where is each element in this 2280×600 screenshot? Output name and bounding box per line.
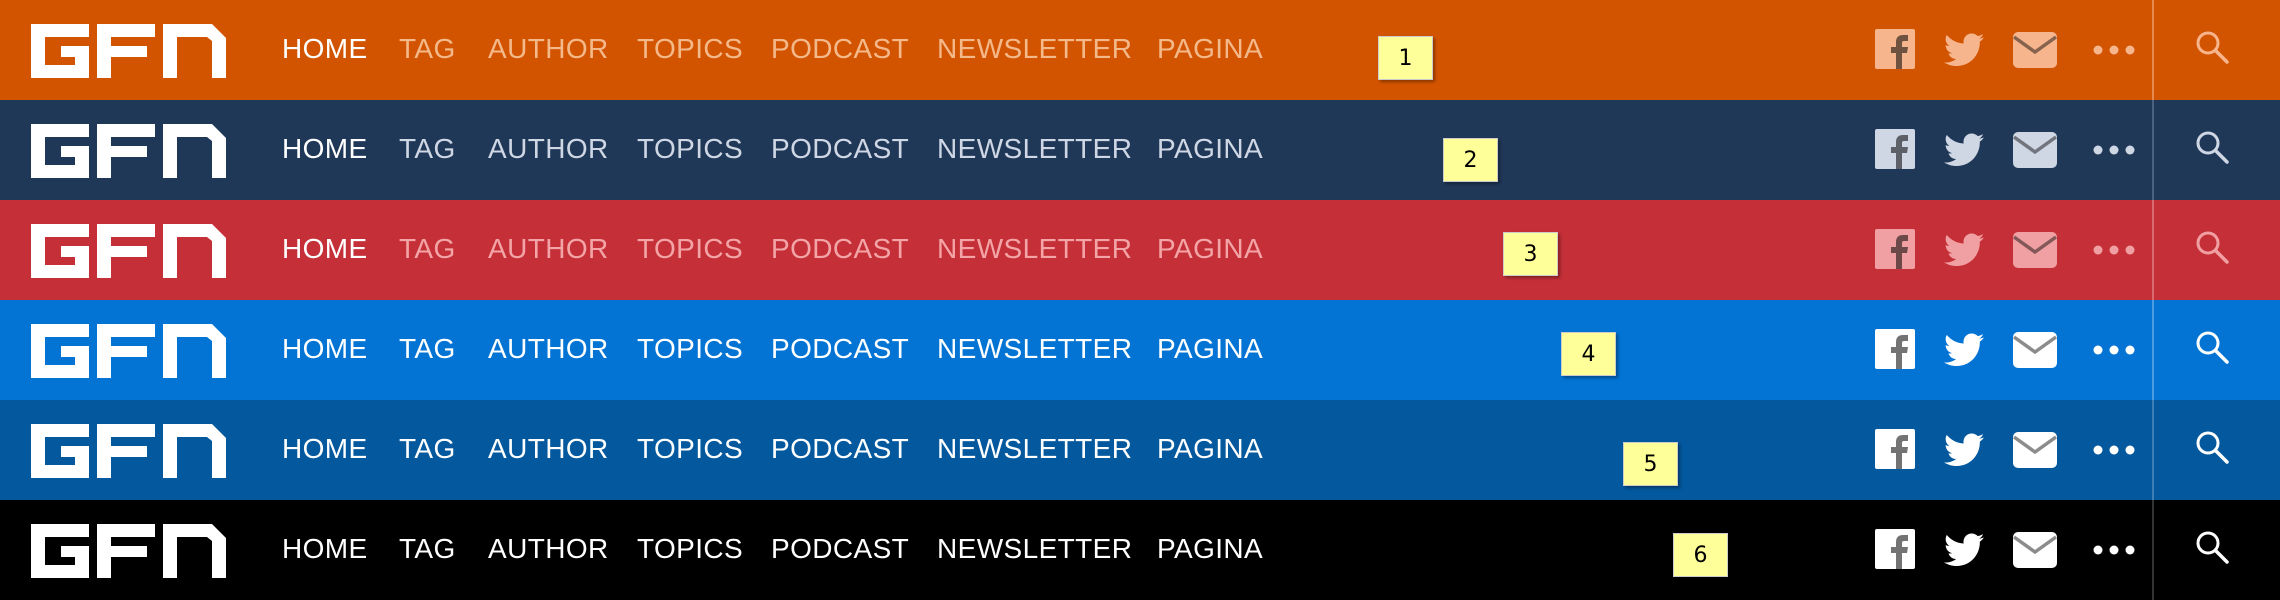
twitter-icon[interactable]	[1944, 132, 1984, 173]
nav-item-tag[interactable]: TAG	[399, 433, 456, 465]
navbar-variant: HOME TAG AUTHOR TOPICS PODCAST NEWSLETTER PAGI…	[0, 400, 2280, 500]
more-icon[interactable]	[2093, 542, 2135, 560]
nav-item-home[interactable]: HOME	[282, 33, 368, 65]
navbar-variant: HOME TAG AUTHOR TOPICS PODCAST NEWSLETTER PAGI…	[0, 300, 2280, 400]
vertical-divider	[2152, 500, 2154, 600]
variant-number-note: 5	[1623, 442, 1678, 486]
nav-item-topics[interactable]: TOPICS	[637, 233, 743, 265]
variant-number-note: 6	[1673, 533, 1728, 577]
search-icon[interactable]	[2195, 530, 2229, 569]
nav-item-home[interactable]: HOME	[282, 433, 368, 465]
navbar-variants: HOME TAG AUTHOR TOPICS PODCAST NEWSLETTER PAGI…	[0, 0, 2280, 600]
nav-item-home[interactable]: HOME	[282, 133, 368, 165]
twitter-icon[interactable]	[1944, 332, 1984, 373]
search-icon[interactable]	[2195, 230, 2229, 269]
nav-item-author[interactable]: AUTHOR	[488, 333, 609, 365]
nav-item-author[interactable]: AUTHOR	[488, 33, 609, 65]
navbar-variant: HOME TAG AUTHOR TOPICS PODCAST NEWSLETTER PAGI…	[0, 0, 2280, 100]
search-icon[interactable]	[2195, 330, 2229, 369]
nav-item-newsletter[interactable]: NEWSLETTER	[937, 433, 1132, 465]
mail-icon[interactable]	[2012, 32, 2058, 73]
nav-item-podcast[interactable]: PODCAST	[771, 133, 909, 165]
more-icon[interactable]	[2093, 342, 2135, 360]
facebook-icon[interactable]	[1875, 29, 1915, 74]
nav-item-newsletter[interactable]: NEWSLETTER	[937, 133, 1132, 165]
navbar-variant: HOME TAG AUTHOR TOPICS PODCAST NEWSLETTER PAGI…	[0, 100, 2280, 200]
variant-number-note: 4	[1561, 332, 1616, 376]
nav-item-author[interactable]: AUTHOR	[488, 533, 609, 565]
gfn-logo[interactable]	[31, 124, 226, 178]
facebook-icon[interactable]	[1875, 529, 1915, 574]
nav-item-pagina[interactable]: PAGINA	[1157, 533, 1263, 565]
nav-item-pagina[interactable]: PAGINA	[1157, 333, 1263, 365]
twitter-icon[interactable]	[1944, 32, 1984, 73]
nav-item-pagina[interactable]: PAGINA	[1157, 133, 1263, 165]
more-icon[interactable]	[2093, 242, 2135, 260]
search-icon[interactable]	[2195, 130, 2229, 169]
gfn-logo[interactable]	[31, 324, 226, 378]
nav-item-topics[interactable]: TOPICS	[637, 533, 743, 565]
nav-item-tag[interactable]: TAG	[399, 233, 456, 265]
nav-item-newsletter[interactable]: NEWSLETTER	[937, 333, 1132, 365]
mail-icon[interactable]	[2012, 232, 2058, 273]
nav-item-newsletter[interactable]: NEWSLETTER	[937, 33, 1132, 65]
mail-icon[interactable]	[2012, 532, 2058, 573]
nav-item-pagina[interactable]: PAGINA	[1157, 433, 1263, 465]
nav-item-topics[interactable]: TOPICS	[637, 333, 743, 365]
navbar-variant: HOME TAG AUTHOR TOPICS PODCAST NEWSLETTER PAGI…	[0, 500, 2280, 600]
nav-item-podcast[interactable]: PODCAST	[771, 33, 909, 65]
facebook-icon[interactable]	[1875, 129, 1915, 174]
more-icon[interactable]	[2093, 42, 2135, 60]
variant-number-note: 3	[1503, 232, 1558, 276]
nav-item-tag[interactable]: TAG	[399, 533, 456, 565]
nav-item-podcast[interactable]: PODCAST	[771, 233, 909, 265]
nav-item-newsletter[interactable]: NEWSLETTER	[937, 233, 1132, 265]
navbar-variant: HOME TAG AUTHOR TOPICS PODCAST NEWSLETTER PAGI…	[0, 200, 2280, 300]
nav-item-home[interactable]: HOME	[282, 533, 368, 565]
variant-number-note: 1	[1378, 36, 1433, 80]
nav-item-topics[interactable]: TOPICS	[637, 433, 743, 465]
nav-item-podcast[interactable]: PODCAST	[771, 533, 909, 565]
search-icon[interactable]	[2195, 430, 2229, 469]
vertical-divider	[2152, 300, 2154, 400]
nav-item-topics[interactable]: TOPICS	[637, 133, 743, 165]
gfn-logo[interactable]	[31, 224, 226, 278]
twitter-icon[interactable]	[1944, 532, 1984, 573]
nav-item-author[interactable]: AUTHOR	[488, 433, 609, 465]
more-icon[interactable]	[2093, 442, 2135, 460]
twitter-icon[interactable]	[1944, 232, 1984, 273]
mail-icon[interactable]	[2012, 332, 2058, 373]
vertical-divider	[2152, 0, 2154, 100]
facebook-icon[interactable]	[1875, 229, 1915, 274]
gfn-logo[interactable]	[31, 24, 226, 78]
nav-item-topics[interactable]: TOPICS	[637, 33, 743, 65]
vertical-divider	[2152, 100, 2154, 200]
nav-item-podcast[interactable]: PODCAST	[771, 333, 909, 365]
mail-icon[interactable]	[2012, 132, 2058, 173]
nav-item-home[interactable]: HOME	[282, 333, 368, 365]
nav-item-podcast[interactable]: PODCAST	[771, 433, 909, 465]
nav-item-tag[interactable]: TAG	[399, 133, 456, 165]
nav-item-tag[interactable]: TAG	[399, 333, 456, 365]
more-icon[interactable]	[2093, 142, 2135, 160]
gfn-logo[interactable]	[31, 424, 226, 478]
variant-number-note: 2	[1443, 138, 1498, 182]
search-icon[interactable]	[2195, 30, 2229, 69]
mail-icon[interactable]	[2012, 432, 2058, 473]
nav-item-home[interactable]: HOME	[282, 233, 368, 265]
nav-item-tag[interactable]: TAG	[399, 33, 456, 65]
nav-item-author[interactable]: AUTHOR	[488, 233, 609, 265]
vertical-divider	[2152, 400, 2154, 500]
gfn-logo[interactable]	[31, 524, 226, 578]
nav-item-newsletter[interactable]: NEWSLETTER	[937, 533, 1132, 565]
twitter-icon[interactable]	[1944, 432, 1984, 473]
nav-item-pagina[interactable]: PAGINA	[1157, 33, 1263, 65]
vertical-divider	[2152, 200, 2154, 300]
nav-item-pagina[interactable]: PAGINA	[1157, 233, 1263, 265]
facebook-icon[interactable]	[1875, 329, 1915, 374]
facebook-icon[interactable]	[1875, 429, 1915, 474]
nav-item-author[interactable]: AUTHOR	[488, 133, 609, 165]
